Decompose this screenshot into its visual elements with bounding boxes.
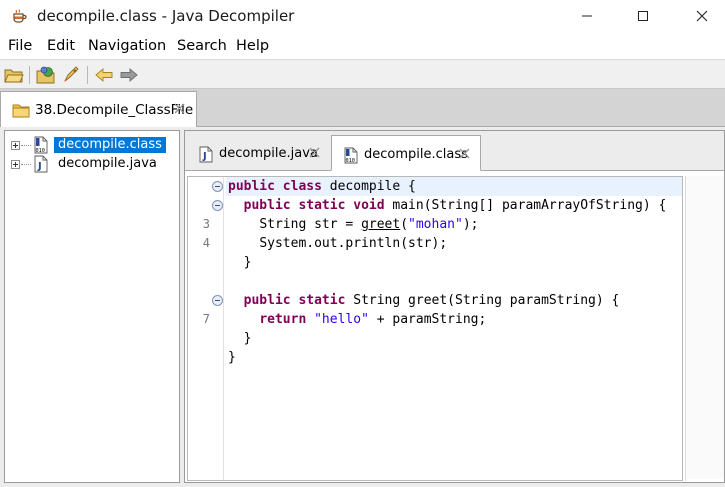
search-button[interactable] <box>61 65 81 85</box>
java-file-icon: J <box>199 146 213 163</box>
close-button[interactable] <box>679 0 725 32</box>
minimize-icon <box>582 15 592 17</box>
menu-search[interactable]: Search <box>177 38 227 54</box>
toolbar-separator <box>87 66 88 84</box>
java-file-icon: J <box>34 155 48 173</box>
scrollbar-track[interactable] <box>686 176 724 479</box>
code-line: public static void main(String[] paramAr… <box>243 198 667 213</box>
maximize-button[interactable] <box>620 0 666 32</box>
tab-decompile-class[interactable]: 010 decompile.class <box>331 135 481 171</box>
minimize-button[interactable] <box>564 0 610 32</box>
code-line: String str = greet("mohan"); <box>259 217 479 232</box>
code-line: } <box>243 255 252 270</box>
tab-label: decompile.class <box>364 147 468 162</box>
class-file-icon: 010 <box>344 147 358 164</box>
class-file-icon: 010 <box>34 136 48 154</box>
editor-panel: J decompile.java 010 decompile.class 3 4… <box>184 130 725 483</box>
code-line: } <box>243 331 252 346</box>
forward-arrow-icon <box>120 68 138 82</box>
file-tab-bar: 38.Decompile_ClassFile <box>0 89 725 127</box>
tree-item-label: decompile.class <box>54 137 166 153</box>
search-rocket-icon <box>64 66 79 82</box>
back-button[interactable] <box>94 65 114 85</box>
fold-marker-icon[interactable] <box>212 181 223 192</box>
coffee-cup-icon <box>13 9 27 23</box>
folder-icon <box>12 104 30 118</box>
close-icon <box>696 10 708 22</box>
svg-text:J: J <box>202 151 207 162</box>
expand-icon[interactable] <box>11 141 20 150</box>
forward-button[interactable] <box>119 65 139 85</box>
code-line: public static String greet(String paramS… <box>243 293 620 308</box>
tab-label: decompile.java <box>219 146 318 161</box>
menu-bar: File Edit Navigation Search Help <box>0 34 725 58</box>
toolbar-separator <box>29 66 30 84</box>
code-view[interactable]: 3 4 7 public class decompile { public st… <box>187 176 683 481</box>
expand-icon[interactable] <box>11 160 20 169</box>
tree-item-label: decompile.java <box>58 156 157 171</box>
close-tab-icon[interactable] <box>458 147 471 160</box>
file-tree: 010 decompile.class J decompile.java <box>4 130 180 483</box>
line-number: 4 <box>202 236 210 250</box>
code-line: public class decompile { <box>226 177 682 196</box>
editor-tab-bar: J decompile.java 010 decompile.class <box>185 131 724 171</box>
code-line: } <box>228 350 236 365</box>
tab-38-decompile-classfile[interactable]: 38.Decompile_ClassFile <box>0 91 197 127</box>
maximize-icon <box>638 11 648 21</box>
tree-connector <box>21 145 31 146</box>
fold-marker-icon[interactable] <box>212 295 223 306</box>
line-number: 7 <box>202 312 210 326</box>
open-folder-icon <box>4 69 24 83</box>
open-type-icon <box>36 66 55 84</box>
line-gutter: 3 4 7 <box>188 177 224 480</box>
svg-text:010: 010 <box>346 158 355 164</box>
tab-label: 38.Decompile_ClassFile <box>35 102 194 118</box>
fold-marker-icon[interactable] <box>212 200 223 211</box>
title-bar: decompile.class - Java Decompiler <box>0 0 725 32</box>
svg-text:010: 010 <box>36 148 45 154</box>
svg-text:J: J <box>37 161 42 172</box>
menu-file[interactable]: File <box>8 38 32 54</box>
back-arrow-icon <box>95 68 113 82</box>
tree-item-decompile-class[interactable]: 010 decompile.class <box>5 136 175 154</box>
menu-edit[interactable]: Edit <box>47 38 75 54</box>
open-type-button[interactable] <box>36 65 56 85</box>
menu-help[interactable]: Help <box>236 38 269 54</box>
toolbar <box>0 59 725 89</box>
window-title: decompile.class - Java Decompiler <box>37 7 295 25</box>
vertical-scrollbar[interactable] <box>685 176 724 481</box>
close-tab-icon[interactable] <box>308 146 321 159</box>
tree-connector <box>21 164 31 165</box>
method-link[interactable]: greet <box>361 217 400 232</box>
code-line: return "hello" + paramString; <box>259 312 487 327</box>
open-file-button[interactable] <box>4 65 24 85</box>
tree-item-decompile-java[interactable]: J decompile.java <box>5 155 175 173</box>
menu-navigation[interactable]: Navigation <box>88 38 166 54</box>
line-number: 3 <box>202 217 210 231</box>
code-line: System.out.println(str); <box>259 236 448 251</box>
code-lines: public class decompile { public static v… <box>226 177 682 480</box>
close-tab-icon[interactable] <box>173 102 186 115</box>
tab-decompile-java[interactable]: J decompile.java <box>187 135 329 171</box>
workspace: 010 decompile.class J decompile.java J d… <box>0 127 725 487</box>
